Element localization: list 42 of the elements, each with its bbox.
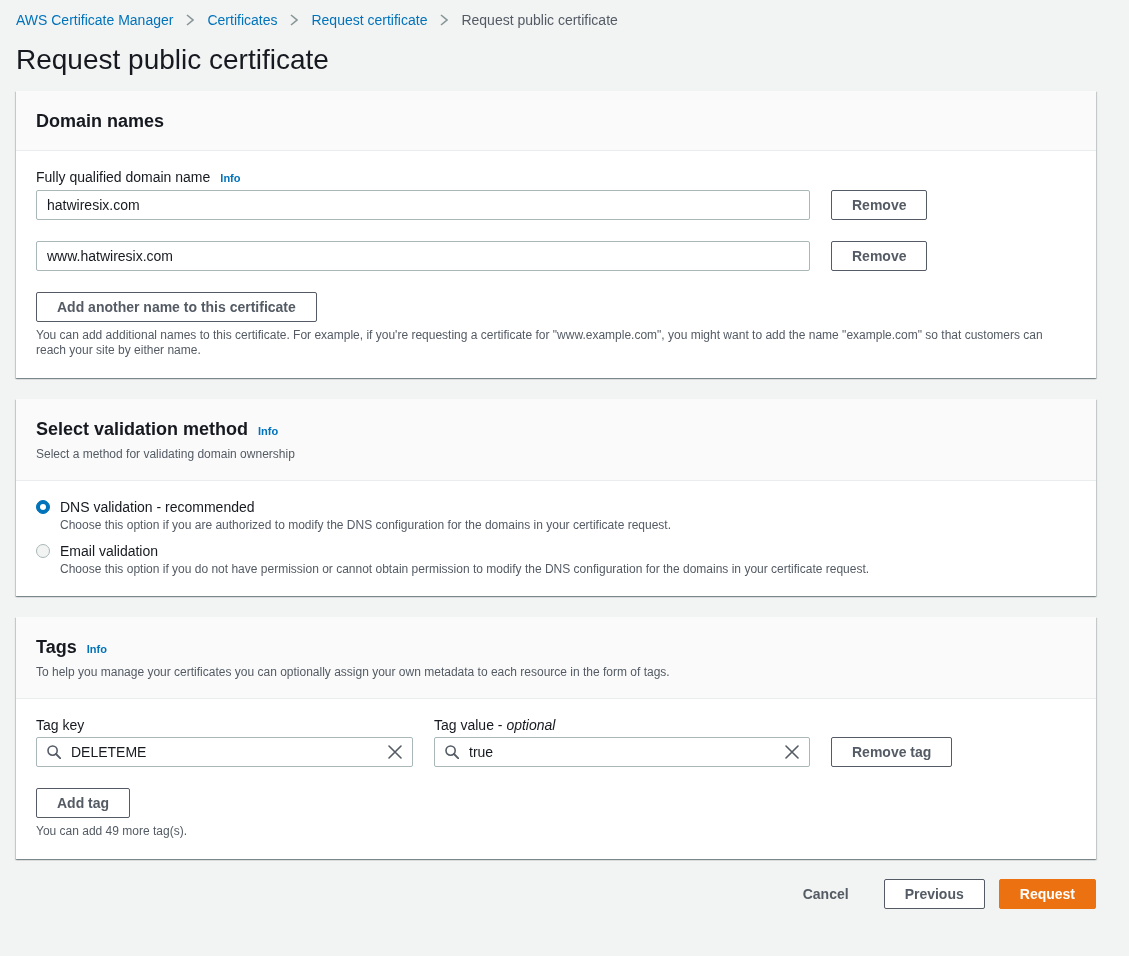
remove-button[interactable]: Remove xyxy=(831,190,928,220)
breadcrumb-current: Request public certificate xyxy=(461,11,618,30)
remove-button[interactable]: Remove xyxy=(831,241,928,271)
radio-label[interactable]: DNS validation - recommended xyxy=(60,497,671,517)
radio-button[interactable] xyxy=(36,544,50,558)
option-description: Choose this option if you are authorized to modify the DNS configuration for the domains in your certificate request. xyxy=(60,517,671,533)
radio-button[interactable] xyxy=(36,500,50,514)
add-tag-button[interactable]: Add tag xyxy=(36,788,131,818)
info-link[interactable]: Info xyxy=(220,168,241,188)
breadcrumb-link[interactable]: Request certificate xyxy=(311,9,428,31)
breadcrumb-link[interactable]: AWS Certificate Manager xyxy=(16,9,174,31)
chevron-right-icon xyxy=(290,14,299,26)
search-icon xyxy=(445,745,459,759)
option-description: Choose this option if you do not have permission or cannot obtain permission to modify the DNS configuration for the domains in your certificate request. xyxy=(60,561,870,577)
clear-icon[interactable] xyxy=(388,745,402,759)
field-label: Fully qualified domain name xyxy=(36,168,211,187)
radio-label[interactable]: Email validation xyxy=(60,541,870,561)
help-text: You can add additional names to this certificate. For example, if you're requesting a certificate for "www.example.com", you might want to add the name "example.com" so that customers can reach your site by either name. xyxy=(36,328,1044,358)
domain-name-input[interactable]: hatwiresix.com xyxy=(36,190,810,220)
page-title: Request public certificate xyxy=(16,43,330,77)
search-icon xyxy=(47,745,61,759)
previous-button[interactable]: Previous xyxy=(883,879,985,909)
clear-icon[interactable] xyxy=(785,745,799,759)
column-label: Tag key xyxy=(36,716,86,735)
tag-value-field[interactable]: true xyxy=(434,737,810,767)
cancel-button[interactable]: Cancel xyxy=(781,879,870,909)
add-name-button[interactable]: Add another name to this certificate xyxy=(36,292,317,322)
section-description: Select a method for validating domain ownership xyxy=(36,446,296,462)
chevron-right-icon xyxy=(186,14,195,26)
info-link[interactable]: Info xyxy=(258,423,279,440)
section-title: Tags xyxy=(36,636,77,658)
section-title: Domain names xyxy=(36,110,165,132)
info-link[interactable]: Info xyxy=(86,641,107,658)
help-text: You can add 49 more tag(s). xyxy=(36,824,188,839)
section-description: To help you manage your certificates you can optionally assign your own metadata to each resource in the form of tags. xyxy=(36,664,671,680)
chevron-right-icon xyxy=(440,14,449,26)
remove-tag-button[interactable]: Remove tag xyxy=(831,737,953,767)
tag-key-field[interactable]: DELETEME xyxy=(36,737,413,767)
column-label: Tag value - optional xyxy=(434,716,557,735)
section-title: Select validation method xyxy=(36,418,249,440)
breadcrumb-link[interactable]: Certificates xyxy=(207,9,278,31)
domain-name-input[interactable]: www.hatwiresix.com xyxy=(36,241,810,271)
